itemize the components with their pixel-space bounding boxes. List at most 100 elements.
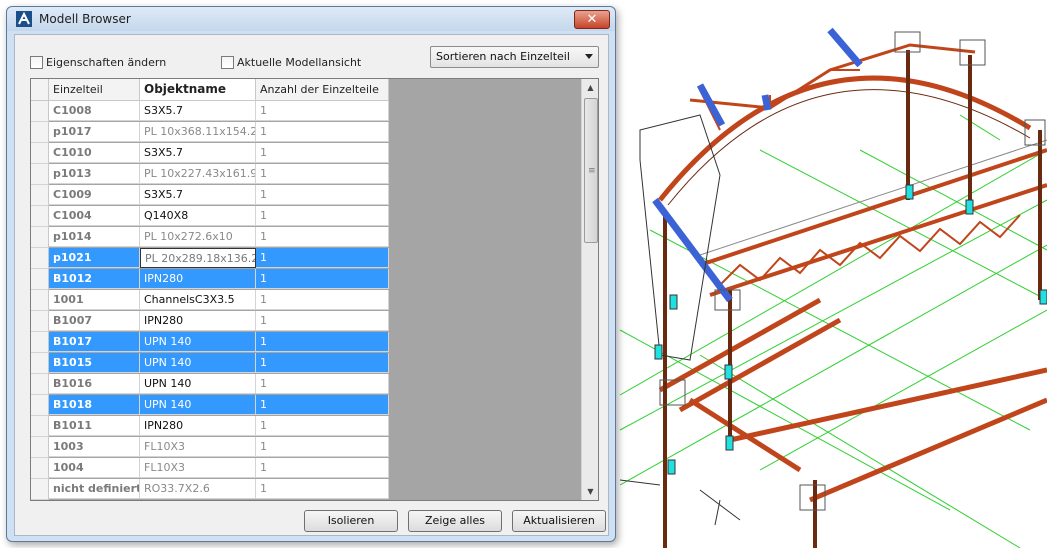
cell-count[interactable]: 1 bbox=[256, 332, 389, 352]
cell-count[interactable]: 1 bbox=[256, 248, 389, 268]
table-row[interactable]: B1012 IPN280 1 bbox=[31, 269, 389, 290]
row-header[interactable] bbox=[31, 458, 49, 479]
row-header[interactable] bbox=[31, 311, 49, 332]
cell-object-name[interactable]: S3X5.7 bbox=[140, 101, 256, 121]
table-row[interactable]: C1009 S3X5.7 1 bbox=[31, 185, 389, 206]
scroll-down-arrow-icon[interactable]: ▼ bbox=[582, 483, 598, 500]
cell-count[interactable]: 1 bbox=[256, 227, 389, 247]
row-header[interactable] bbox=[31, 206, 49, 227]
row-header[interactable] bbox=[31, 185, 49, 206]
table-row[interactable]: nicht definiert RO33.7X2.6 1 bbox=[31, 479, 389, 500]
cell-object-name[interactable]: IPN280 bbox=[140, 311, 256, 331]
cell-object-name[interactable]: RO33.7X2.6 bbox=[140, 479, 256, 499]
cell-count[interactable]: 1 bbox=[256, 374, 389, 394]
row-header[interactable] bbox=[31, 290, 49, 311]
cell-object-name[interactable]: S3X5.7 bbox=[140, 185, 256, 205]
cell-count[interactable]: 1 bbox=[256, 164, 389, 184]
cell-part[interactable]: B1011 bbox=[49, 416, 140, 436]
table-row[interactable]: 1003 FL10X3 1 bbox=[31, 437, 389, 458]
cell-part[interactable]: B1017 bbox=[49, 332, 140, 352]
cell-object-name[interactable]: PL 10x227.43x161.95 bbox=[140, 164, 256, 184]
scrollbar-thumb[interactable]: ≡ bbox=[584, 98, 598, 243]
column-header-count[interactable]: Anzahl der Einzelteile bbox=[256, 79, 389, 100]
cell-part[interactable]: 1001 bbox=[49, 290, 140, 310]
table-row[interactable]: 1001 ChannelsC3X3.5 1 bbox=[31, 290, 389, 311]
cell-object-name[interactable]: IPN280 bbox=[140, 416, 256, 436]
scroll-up-arrow-icon[interactable]: ▲ bbox=[582, 79, 598, 96]
cell-part[interactable]: p1013 bbox=[49, 164, 140, 184]
cell-part[interactable]: p1021 bbox=[49, 248, 140, 268]
row-header[interactable] bbox=[31, 122, 49, 143]
cell-count[interactable]: 1 bbox=[256, 290, 389, 310]
row-header[interactable] bbox=[31, 479, 49, 500]
cell-count[interactable]: 1 bbox=[256, 479, 389, 499]
cell-part[interactable]: C1004 bbox=[49, 206, 140, 226]
cell-part[interactable]: C1009 bbox=[49, 185, 140, 205]
cell-part[interactable]: p1017 bbox=[49, 122, 140, 142]
cell-count[interactable]: 1 bbox=[256, 122, 389, 142]
row-header[interactable] bbox=[31, 395, 49, 416]
row-header[interactable] bbox=[31, 332, 49, 353]
cell-part[interactable]: B1018 bbox=[49, 395, 140, 415]
cell-part[interactable]: B1015 bbox=[49, 353, 140, 373]
show-all-button[interactable]: Zeige alles bbox=[408, 510, 502, 532]
cell-part[interactable]: 1004 bbox=[49, 458, 140, 478]
checkbox-box[interactable] bbox=[221, 56, 234, 69]
cell-object-name[interactable]: IPN280 bbox=[140, 269, 256, 289]
row-header[interactable] bbox=[31, 269, 49, 290]
refresh-button[interactable]: Aktualisieren bbox=[512, 510, 606, 532]
cell-object-name[interactable]: FL10X3 bbox=[140, 437, 256, 457]
row-header[interactable] bbox=[31, 437, 49, 458]
isolate-button[interactable]: Isolieren bbox=[304, 510, 398, 532]
cell-count[interactable]: 1 bbox=[256, 206, 389, 226]
sort-dropdown[interactable]: Sortieren nach Einzelteil bbox=[430, 46, 599, 68]
column-header-object-name[interactable]: Objektname bbox=[140, 79, 256, 100]
row-header[interactable] bbox=[31, 353, 49, 374]
cell-object-name[interactable]: UPN 140 bbox=[140, 332, 256, 352]
cell-count[interactable]: 1 bbox=[256, 437, 389, 457]
table-row[interactable]: C1008 S3X5.7 1 bbox=[31, 101, 389, 122]
cell-object-name[interactable]: ChannelsC3X3.5 bbox=[140, 290, 256, 310]
row-header[interactable] bbox=[31, 164, 49, 185]
table-row[interactable]: p1014 PL 10x272.6x10 1 bbox=[31, 227, 389, 248]
cell-count[interactable]: 1 bbox=[256, 185, 389, 205]
chevron-down-icon[interactable] bbox=[585, 54, 593, 59]
cell-count[interactable]: 1 bbox=[256, 143, 389, 163]
cell-count[interactable]: 1 bbox=[256, 416, 389, 436]
title-bar[interactable]: Modell Browser ✕ bbox=[7, 7, 615, 31]
cell-object-name[interactable]: PL 10x272.6x10 bbox=[140, 227, 256, 247]
cell-object-name[interactable]: PL 10x368.11x154.28 bbox=[140, 122, 256, 142]
table-row[interactable]: B1015 UPN 140 1 bbox=[31, 353, 389, 374]
row-header[interactable] bbox=[31, 374, 49, 395]
cell-part[interactable]: B1016 bbox=[49, 374, 140, 394]
cell-part[interactable]: B1012 bbox=[49, 269, 140, 289]
row-header[interactable] bbox=[31, 101, 49, 122]
cell-part[interactable]: 1003 bbox=[49, 437, 140, 457]
table-row[interactable]: C1004 Q140X8 1 bbox=[31, 206, 389, 227]
cell-object-name[interactable]: PL 20x289.18x136.2 bbox=[140, 248, 256, 268]
cell-object-name[interactable]: UPN 140 bbox=[140, 353, 256, 373]
cell-part[interactable]: nicht definiert bbox=[49, 479, 140, 499]
table-row[interactable]: p1013 PL 10x227.43x161.95 1 bbox=[31, 164, 389, 185]
cell-object-name[interactable]: UPN 140 bbox=[140, 374, 256, 394]
cell-count[interactable]: 1 bbox=[256, 395, 389, 415]
close-button[interactable]: ✕ bbox=[574, 10, 610, 29]
vertical-scrollbar[interactable]: ▲ ≡ ▼ bbox=[581, 79, 598, 500]
table-row[interactable]: 1004 FL10X3 1 bbox=[31, 458, 389, 479]
table-row[interactable]: B1007 IPN280 1 bbox=[31, 311, 389, 332]
cell-count[interactable]: 1 bbox=[256, 311, 389, 331]
cell-count[interactable]: 1 bbox=[256, 353, 389, 373]
cell-object-name[interactable]: UPN 140 bbox=[140, 395, 256, 415]
column-header-part[interactable]: Einzelteil bbox=[49, 79, 140, 100]
table-row[interactable]: B1017 UPN 140 1 bbox=[31, 332, 389, 353]
cell-count[interactable]: 1 bbox=[256, 458, 389, 478]
row-header[interactable] bbox=[31, 416, 49, 437]
cell-part[interactable]: B1007 bbox=[49, 311, 140, 331]
table-row[interactable]: B1011 IPN280 1 bbox=[31, 416, 389, 437]
table-row[interactable]: p1021 PL 20x289.18x136.2 1 bbox=[31, 248, 389, 269]
checkbox-box[interactable] bbox=[30, 56, 43, 69]
cell-part[interactable]: p1014 bbox=[49, 227, 140, 247]
cell-count[interactable]: 1 bbox=[256, 101, 389, 121]
cell-object-name[interactable]: Q140X8 bbox=[140, 206, 256, 226]
row-header[interactable] bbox=[31, 248, 49, 269]
